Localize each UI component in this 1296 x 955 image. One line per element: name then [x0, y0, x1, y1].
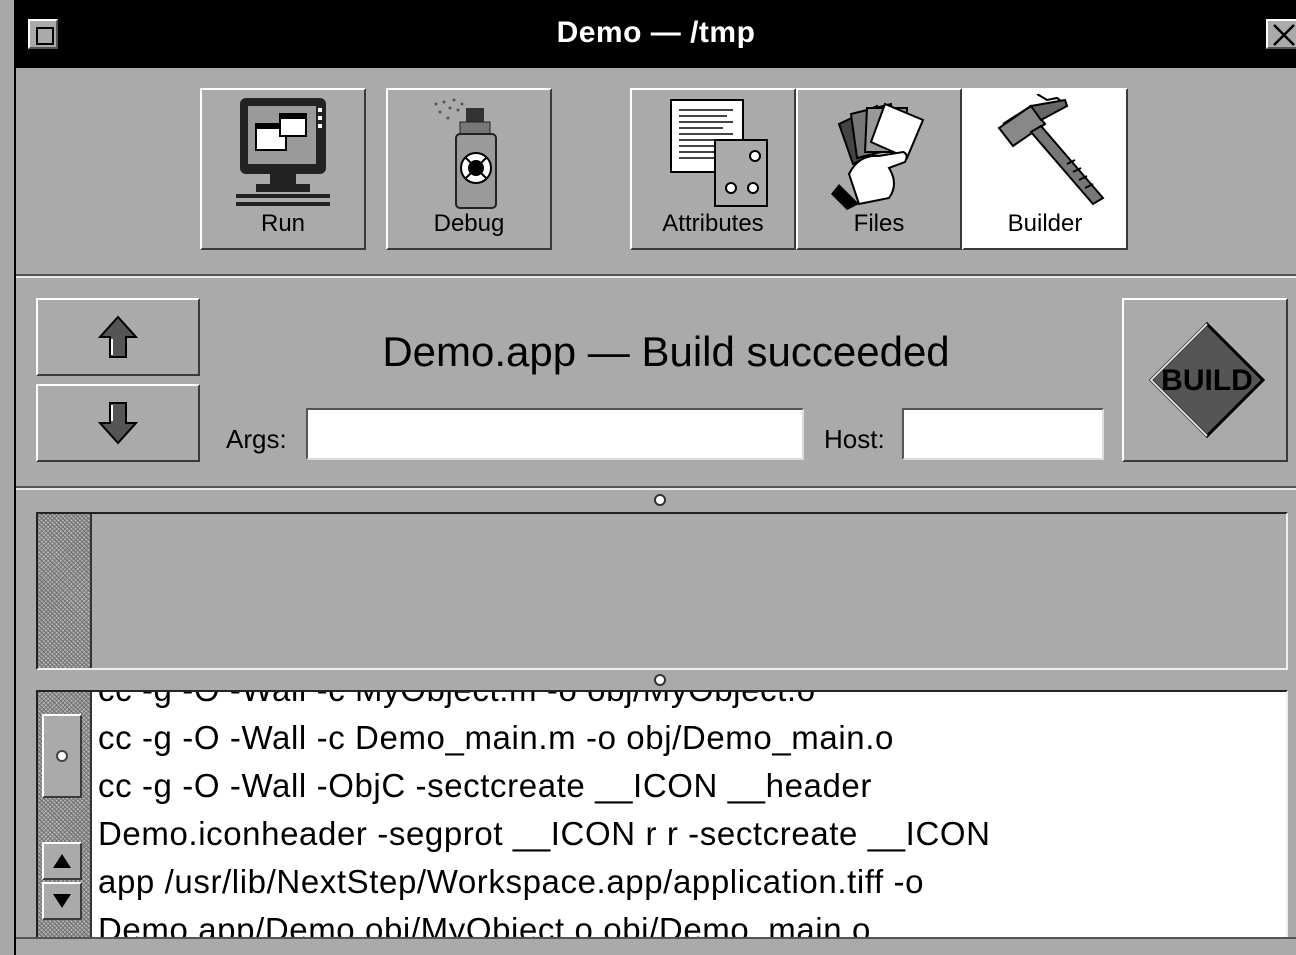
- attributes-tool-label: Attributes: [662, 210, 764, 237]
- run-tool-label: Run: [260, 210, 306, 237]
- run-tool-button[interactable]: Run: [200, 88, 366, 250]
- files-tool-label: Files: [853, 210, 905, 237]
- document-attributes-icon: [632, 94, 794, 214]
- close-button[interactable]: [1266, 19, 1296, 49]
- project-window: Demo — /tmp Run Debug Attributes Files B…: [14, 0, 1296, 955]
- toolbar-divider: [16, 274, 1296, 278]
- window-resize-bar[interactable]: [16, 937, 1296, 955]
- status-divider: [16, 486, 1296, 490]
- build-diamond-icon: BUILD: [1148, 321, 1266, 439]
- log-line: Demo.iconheader -segprot __ICON r r -sec…: [98, 815, 991, 852]
- args-label: Args:: [226, 424, 287, 454]
- args-field[interactable]: [306, 408, 804, 460]
- files-tool-button[interactable]: Files: [796, 88, 962, 250]
- arrow-down-icon: [98, 402, 138, 445]
- split-view-dimple-top[interactable]: [654, 494, 666, 506]
- build-log-pane: cc -g -O -Wall -c MyObject.m -o obj/MyOb…: [36, 690, 1288, 948]
- split-view-dimple-bottom[interactable]: [654, 674, 666, 686]
- log-line: cc -g -O -Wall -c Demo_main.m -o obj/Dem…: [98, 719, 894, 756]
- build-status-message: Demo.app — Build succeeded: [382, 328, 950, 375]
- log-line: app /usr/lib/NextStep/Workspace.app/appl…: [98, 863, 925, 900]
- file-cards-icon: [798, 94, 960, 214]
- log-scroller[interactable]: [38, 692, 92, 946]
- bug-spray-icon: [388, 94, 550, 214]
- host-field[interactable]: [902, 408, 1104, 460]
- window-title: Demo — /tmp: [556, 16, 756, 49]
- triangle-down-icon: [53, 894, 71, 908]
- monitor-icon: [202, 94, 364, 214]
- build-log-text[interactable]: cc -g -O -Wall -c MyObject.m -o obj/MyOb…: [92, 692, 1286, 946]
- build-status-panel: Demo.app — Build succeeded Args: Host: B…: [16, 280, 1296, 488]
- scroll-up-button[interactable]: [42, 842, 82, 880]
- builder-tool-label: Builder: [1007, 210, 1083, 237]
- debug-tool-label: Debug: [433, 210, 505, 237]
- triangle-up-icon: [53, 854, 71, 868]
- title-bar[interactable]: Demo — /tmp: [16, 0, 1296, 68]
- builder-tool-button[interactable]: Builder: [962, 88, 1128, 250]
- scroll-down-button[interactable]: [42, 882, 82, 920]
- upper-pane-scroller[interactable]: [38, 514, 92, 668]
- attributes-tool-button[interactable]: Attributes: [630, 88, 796, 250]
- debug-tool-button[interactable]: Debug: [386, 88, 552, 250]
- arrow-up-icon: [98, 315, 138, 358]
- log-line: cc -g -O -Wall -c MyObject.m -o obj/MyOb…: [98, 692, 1286, 714]
- build-button[interactable]: BUILD: [1122, 298, 1288, 462]
- log-scroll-knob[interactable]: [42, 714, 82, 798]
- log-line: cc -g -O -Wall -ObjC -sectcreate __ICON …: [98, 767, 872, 804]
- next-error-button[interactable]: [36, 384, 200, 462]
- build-label: BUILD: [1161, 364, 1253, 397]
- upper-browser-pane: [36, 512, 1288, 670]
- toolbar: Run Debug Attributes Files Builder: [16, 68, 1296, 276]
- previous-error-button[interactable]: [36, 298, 200, 376]
- host-label: Host:: [824, 424, 885, 454]
- close-icon: [1273, 24, 1295, 46]
- hammer-icon: [964, 94, 1126, 214]
